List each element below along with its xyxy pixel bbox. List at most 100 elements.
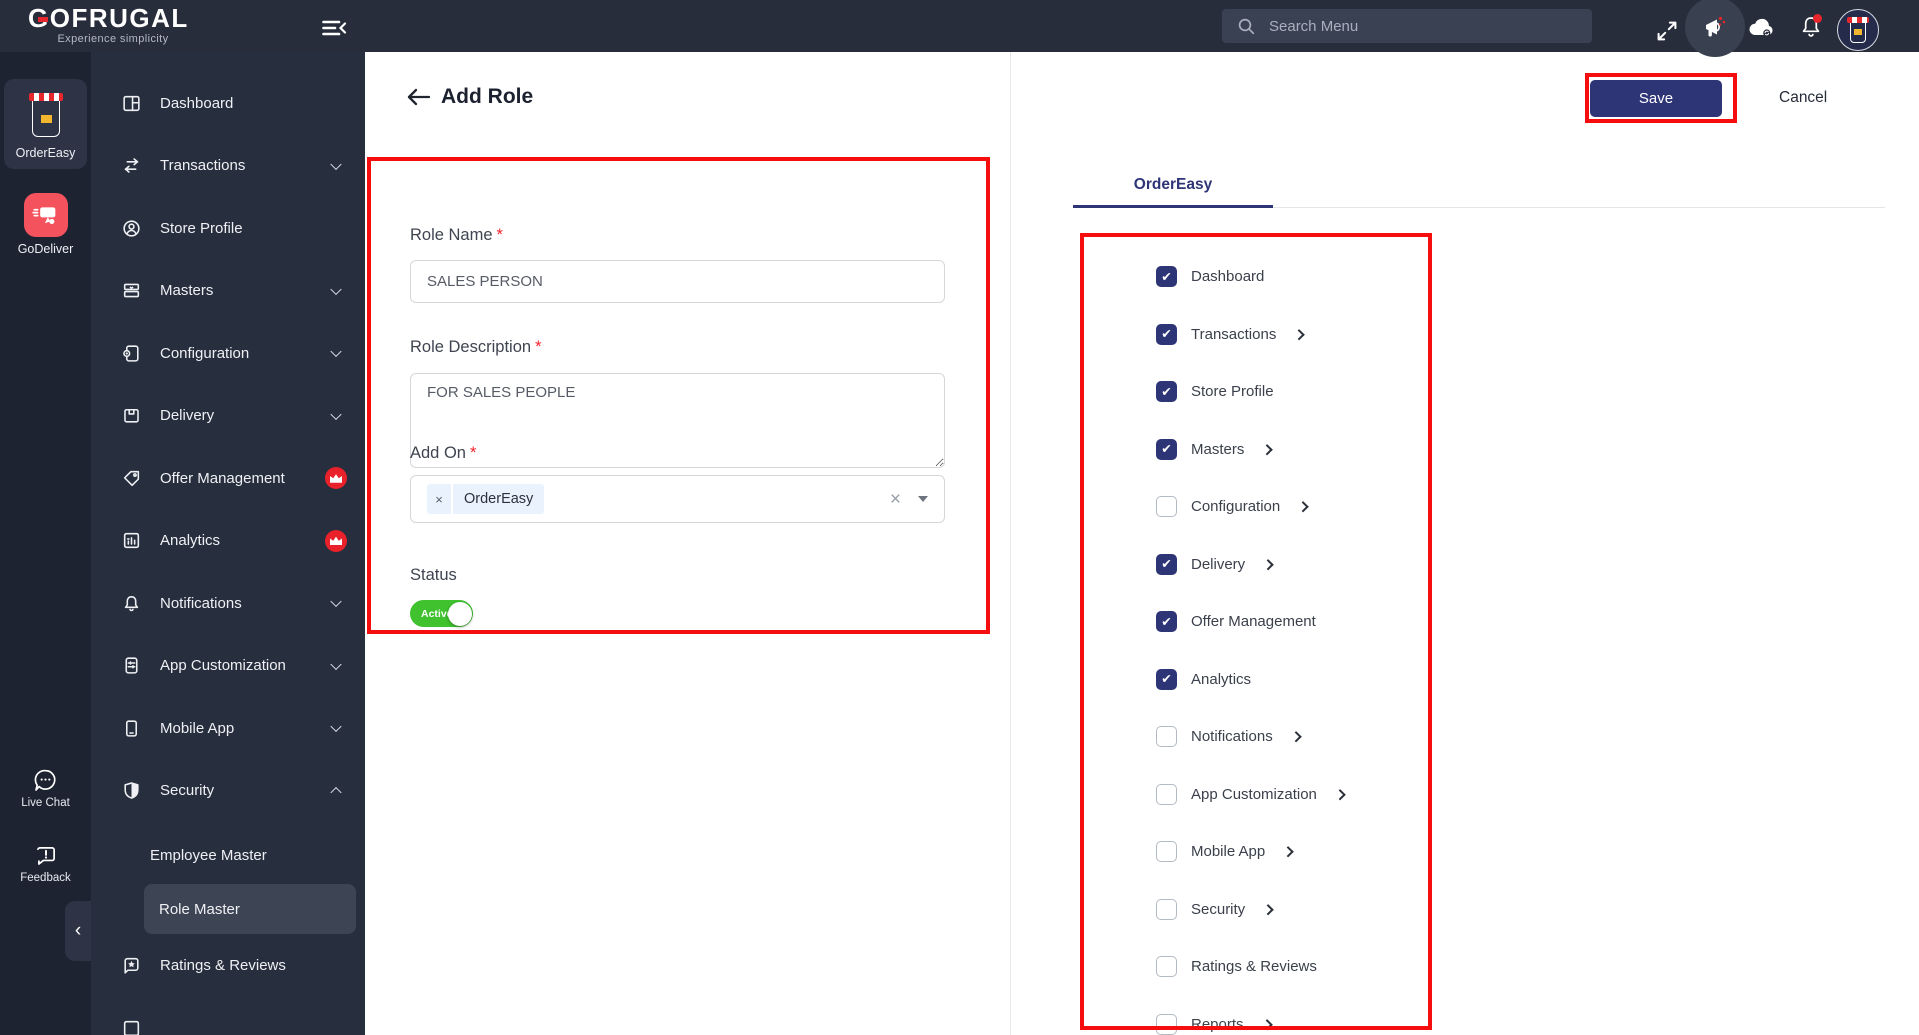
sidebar-subitem-employee-master[interactable]: Employee Master: [91, 826, 365, 884]
sidebar-item-label: Dashboard: [160, 94, 234, 112]
sidebar-item-label: Security: [160, 782, 215, 800]
tab-ordereasy[interactable]: OrderEasy: [1073, 176, 1273, 194]
megaphone-icon[interactable]: [1701, 14, 1729, 44]
checkbox[interactable]: [1156, 266, 1177, 288]
checkbox[interactable]: [1156, 496, 1177, 518]
status-label: Status: [410, 566, 457, 584]
role-name-input[interactable]: [410, 260, 945, 303]
permissions-list: Dashboard Transactions Store Profile Mas…: [1156, 248, 1546, 1035]
add-on-label: Add On *: [410, 444, 477, 462]
role-name-label: Role Name *: [410, 226, 503, 244]
sidebar-subitem-label: Employee Master: [150, 846, 267, 864]
chevron-down-icon: [330, 408, 342, 420]
chevron-right-icon[interactable]: [1297, 501, 1309, 513]
chip-remove-icon[interactable]: ×: [427, 484, 453, 514]
app-rail-label: GoDeliver: [17, 242, 74, 256]
search-input[interactable]: [1267, 16, 1557, 36]
shield-icon: [121, 780, 143, 801]
permission-item-reports: Reports: [1156, 996, 1546, 1035]
live-chat-button[interactable]: Live Chat: [0, 767, 91, 809]
premium-badge: [325, 529, 347, 552]
checkbox[interactable]: [1156, 783, 1177, 805]
checkbox[interactable]: [1156, 898, 1177, 920]
chevron-right-icon[interactable]: [1290, 731, 1301, 743]
app-rail-item-ordereasy[interactable]: OrderEasy: [4, 79, 87, 169]
checkbox[interactable]: [1156, 956, 1177, 978]
toggle-knob: [447, 601, 472, 626]
permission-item-transactions: Transactions: [1156, 306, 1546, 364]
sidebar-item-label: Configuration: [160, 344, 250, 362]
checkbox[interactable]: [1156, 1013, 1177, 1035]
analytics-icon: [121, 530, 143, 551]
dropdown-caret-icon[interactable]: [918, 496, 928, 502]
permission-item-app-customization: App Customization: [1156, 766, 1546, 824]
sidebar-item-label: Analytics: [160, 532, 221, 550]
masters-icon: [121, 280, 143, 301]
status-toggle[interactable]: Active: [410, 600, 473, 627]
clear-selection-icon[interactable]: ×: [890, 490, 901, 509]
live-chat-label: Live Chat: [21, 797, 70, 809]
page-title: Add Role: [441, 85, 534, 108]
permission-item-offer-management: Offer Management: [1156, 593, 1546, 651]
sidebar-item-dashboard[interactable]: Dashboard: [91, 72, 365, 135]
sidebar-item-ratings-reviews[interactable]: Ratings & Reviews: [91, 934, 365, 997]
checkbox[interactable]: [1156, 841, 1177, 863]
permission-label: Dashboard: [1191, 268, 1265, 286]
chevron-right-icon[interactable]: [1262, 558, 1274, 570]
permission-label: Security: [1191, 900, 1246, 918]
account-avatar[interactable]: [1837, 9, 1879, 51]
sidebar-item-security[interactable]: Security: [91, 760, 365, 823]
app-rail-item-godeliver[interactable]: GoDeliver: [0, 193, 91, 256]
back-arrow-icon[interactable]: [405, 87, 431, 107]
chevron-right-icon[interactable]: [1261, 443, 1273, 455]
search-bar[interactable]: [1222, 9, 1592, 43]
checkbox[interactable]: [1156, 323, 1177, 345]
collapse-menu-icon[interactable]: [322, 20, 348, 36]
permission-label: App Customization: [1191, 785, 1317, 803]
sidebar-item-label: Store Profile: [160, 219, 243, 237]
sidebar-item-analytics[interactable]: Analytics: [91, 510, 365, 573]
cancel-button[interactable]: Cancel: [1773, 88, 1833, 108]
sidebar-collapse-handle[interactable]: ‹: [65, 901, 91, 961]
checkbox[interactable]: [1156, 611, 1177, 633]
checkbox[interactable]: [1156, 726, 1177, 748]
sidebar-item-delivery[interactable]: Delivery: [91, 385, 365, 448]
sidebar-item-transactions[interactable]: Transactions: [91, 135, 365, 198]
cloud-sync-icon[interactable]: [1747, 17, 1777, 40]
role-description-input[interactable]: FOR SALES PEOPLE: [410, 373, 945, 468]
checkbox[interactable]: [1156, 668, 1177, 690]
sidebar-subitem-role-master[interactable]: Role Master: [144, 884, 356, 934]
sidebar-item-notifications[interactable]: Notifications: [91, 572, 365, 635]
save-button[interactable]: Save: [1590, 80, 1722, 117]
sidebar-item-app-customization[interactable]: App Customization: [91, 635, 365, 698]
chevron-right-icon[interactable]: [1262, 903, 1274, 915]
app-customization-icon: [121, 655, 143, 676]
add-on-select[interactable]: × OrderEasy ×: [410, 475, 945, 523]
sidebar-item-partial: [91, 1018, 365, 1035]
sidebar-item-configuration[interactable]: Configuration: [91, 322, 365, 385]
sidebar-item-store-profile[interactable]: Store Profile: [91, 197, 365, 260]
chevron-down-icon: [330, 720, 342, 733]
checkbox[interactable]: [1156, 553, 1177, 575]
logo-tagline: Experience simplicity: [57, 33, 169, 45]
sidebar-item-mobile-app[interactable]: Mobile App: [91, 697, 365, 760]
chevron-right-icon[interactable]: [1293, 328, 1305, 340]
chevron-right-icon[interactable]: [1282, 846, 1294, 858]
permission-item-store-profile: Store Profile: [1156, 363, 1546, 421]
gofrugal-logo: GOFRUGAL Experience simplicity: [28, 4, 198, 45]
sidebar-subitem-label: Role Master: [159, 900, 240, 918]
checkbox[interactable]: [1156, 381, 1177, 403]
chevron-right-icon[interactable]: [1260, 1018, 1272, 1030]
fullscreen-icon[interactable]: [1655, 19, 1679, 43]
sidebar-item-offer-management[interactable]: Offer Management: [91, 447, 365, 510]
permission-label: Masters: [1191, 440, 1245, 458]
chevron-down-icon: [330, 158, 342, 170]
notification-dot: [1813, 14, 1822, 23]
sidebar-item-masters[interactable]: Masters: [91, 260, 365, 323]
top-bar: GOFRUGAL Experience simplicity: [0, 0, 1919, 57]
feedback-button[interactable]: Feedback: [0, 843, 91, 884]
tab-strip-divider: [1273, 207, 1885, 208]
checkbox[interactable]: [1156, 438, 1177, 460]
permission-label: Ratings & Reviews: [1191, 958, 1317, 976]
chevron-right-icon[interactable]: [1334, 788, 1345, 800]
